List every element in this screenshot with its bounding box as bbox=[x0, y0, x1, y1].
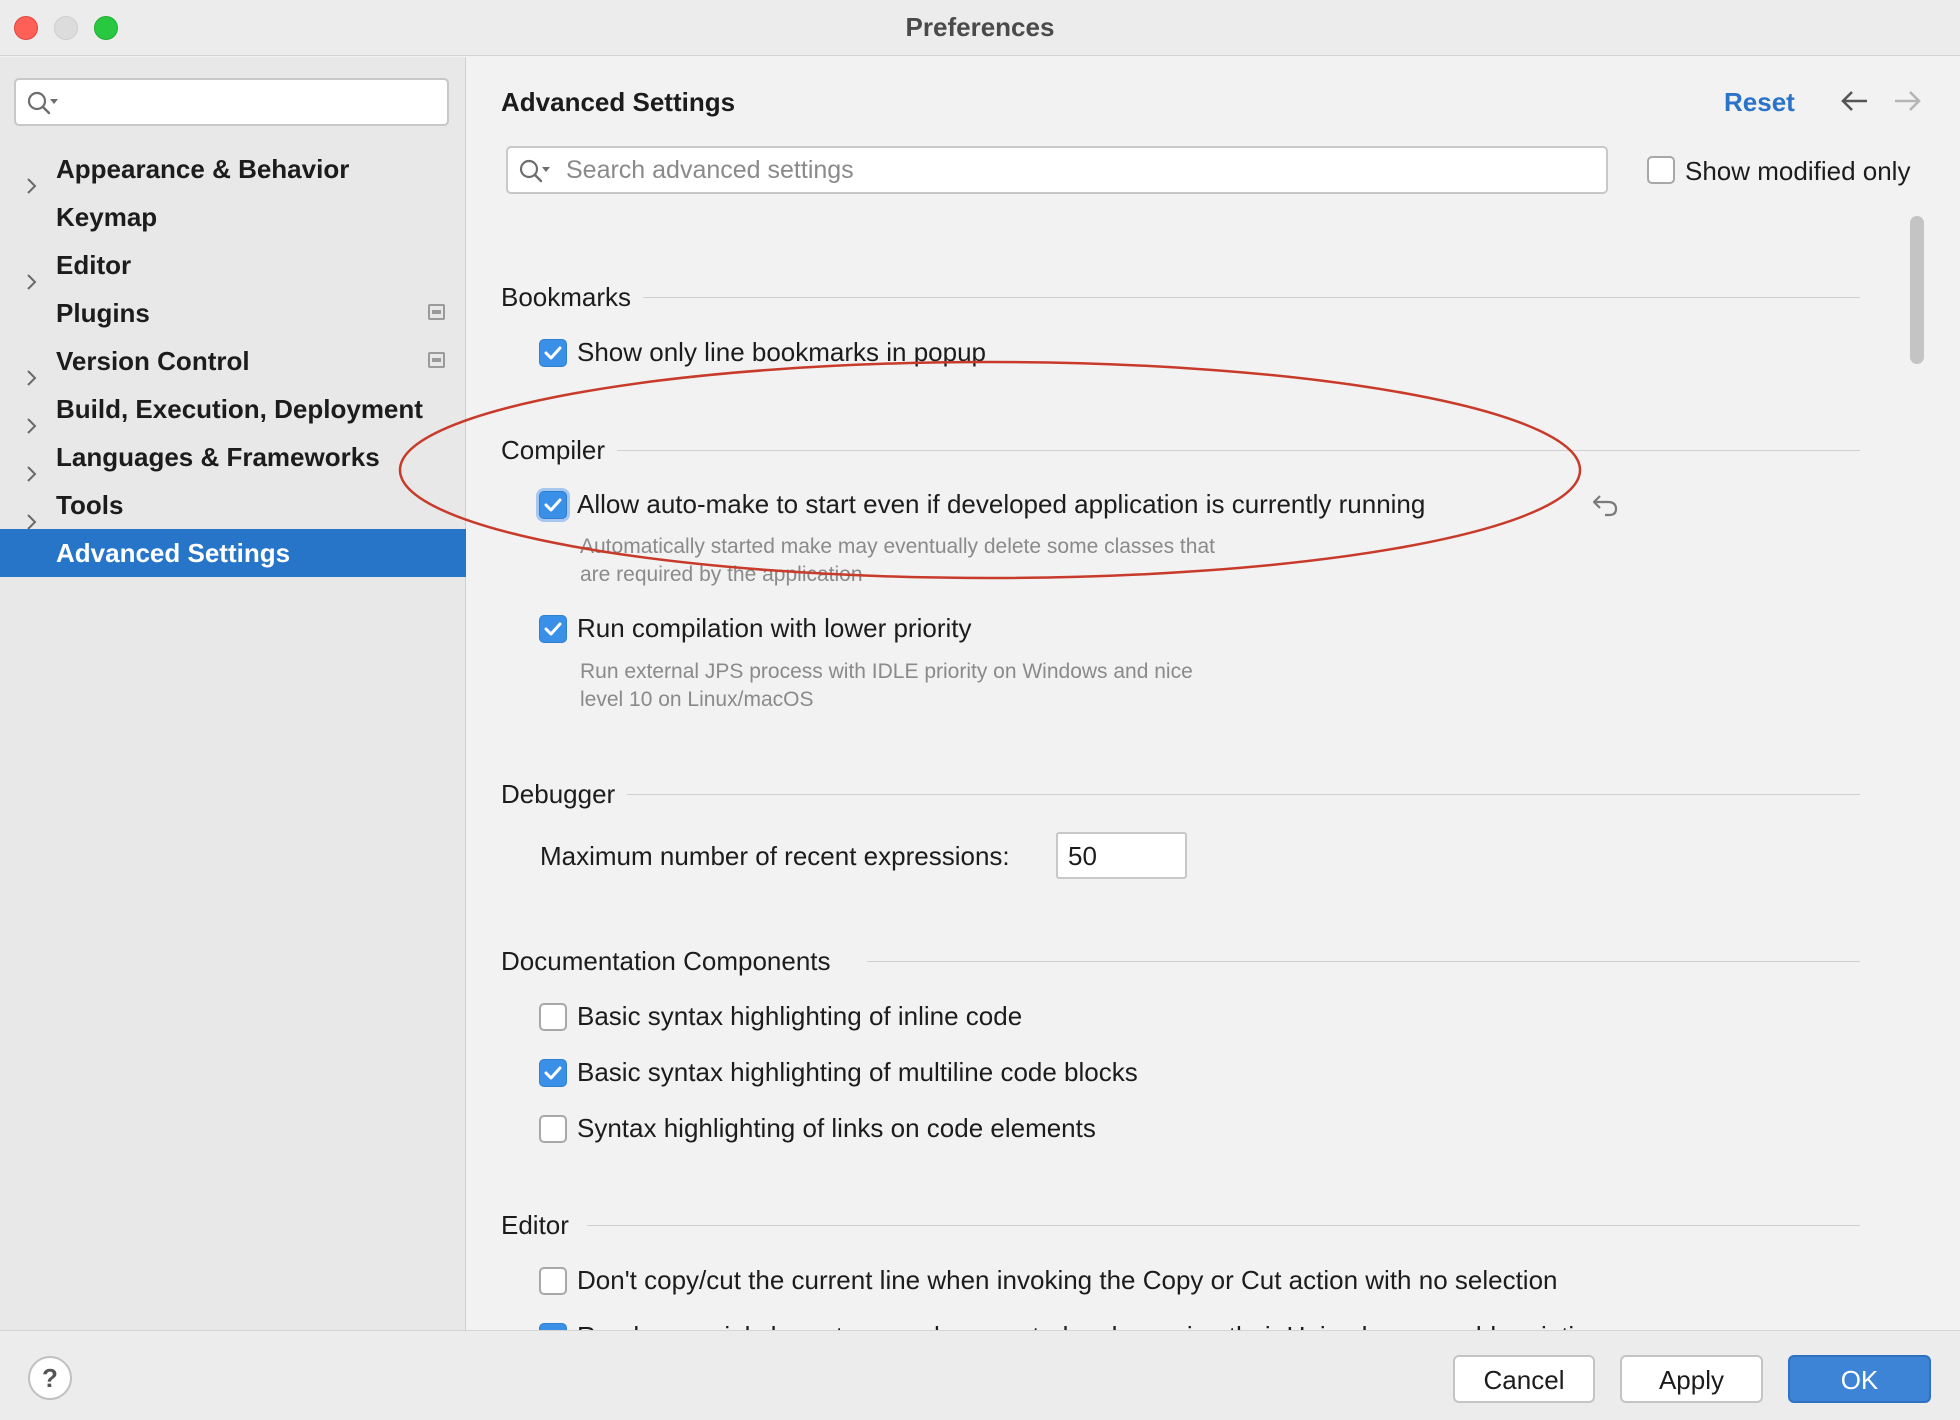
managed-badge-icon bbox=[428, 304, 445, 320]
show-modified-only-checkbox[interactable] bbox=[1647, 156, 1675, 184]
setting-label: Basic syntax highlighting of multiline c… bbox=[577, 1057, 1138, 1087]
chevron-right-icon[interactable] bbox=[24, 401, 40, 434]
group-title-compiler: Compiler bbox=[501, 435, 618, 466]
sidebar-search-field[interactable] bbox=[14, 78, 449, 126]
search-input[interactable] bbox=[566, 154, 1586, 186]
group-divider bbox=[617, 297, 1860, 298]
checkbox-unchecked[interactable] bbox=[539, 1003, 567, 1031]
sidebar-item-editor[interactable]: Editor bbox=[0, 241, 466, 290]
advanced-settings-search[interactable] bbox=[506, 146, 1608, 194]
group-title-documentation: Documentation Components bbox=[501, 946, 843, 977]
apply-button[interactable]: Apply bbox=[1620, 1355, 1763, 1403]
sidebar-item-keymap[interactable]: Keymap bbox=[0, 193, 466, 241]
arrow-right-icon[interactable] bbox=[1891, 87, 1923, 120]
checkbox-unchecked[interactable] bbox=[539, 1115, 567, 1143]
sidebar-item-languages-frameworks[interactable]: Languages & Frameworks bbox=[0, 433, 466, 482]
chevron-right-icon[interactable] bbox=[24, 161, 40, 194]
page-title: Advanced Settings bbox=[501, 87, 736, 117]
group-divider bbox=[617, 794, 1860, 795]
setting-description: Automatically started make may eventuall… bbox=[580, 535, 1215, 558]
setting-description: level 10 on Linux/macOS bbox=[580, 688, 814, 711]
setting-label: Allow auto-make to start even if develop… bbox=[577, 489, 1426, 519]
settings-tree: Appearance & Behavior Keymap Editor Plug… bbox=[0, 145, 466, 577]
reset-link[interactable]: Reset bbox=[1724, 87, 1795, 118]
group-divider bbox=[607, 450, 1860, 451]
sidebar-item-version-control[interactable]: Version Control bbox=[0, 337, 466, 386]
settings-list: Bookmarks Show only line bookmarks in po… bbox=[467, 217, 1907, 1357]
revert-icon[interactable] bbox=[1591, 491, 1621, 524]
setting-label: Show only line bookmarks in popup bbox=[577, 337, 987, 367]
sidebar-item-build-execution-deployment[interactable]: Build, Execution, Deployment bbox=[0, 385, 466, 434]
recent-expressions-label: Maximum number of recent expressions: bbox=[540, 841, 1010, 871]
setting-label: Basic syntax highlighting of inline code bbox=[577, 1001, 1023, 1031]
dialog-footer: ? Cancel Apply OK bbox=[0, 1330, 1960, 1420]
recent-expressions-input[interactable] bbox=[1068, 841, 1176, 871]
checkbox-checked[interactable] bbox=[539, 491, 567, 519]
search-icon[interactable] bbox=[518, 158, 552, 189]
window-title: Preferences bbox=[905, 12, 1055, 42]
sidebar-item-label: Languages & Frameworks bbox=[56, 442, 380, 472]
setting-description: are required by the application bbox=[580, 563, 863, 586]
sidebar-item-label: Version Control bbox=[56, 346, 250, 376]
settings-sidebar: Appearance & Behavior Keymap Editor Plug… bbox=[0, 57, 466, 1330]
sidebar-item-label: Advanced Settings bbox=[56, 538, 291, 568]
group-title-debugger: Debugger bbox=[501, 779, 628, 810]
recent-expressions-field[interactable] bbox=[1056, 832, 1187, 879]
group-title-bookmarks: Bookmarks bbox=[501, 282, 644, 313]
ok-button[interactable]: OK bbox=[1788, 1355, 1931, 1403]
sidebar-item-label: Keymap bbox=[56, 202, 158, 232]
sidebar-item-tools[interactable]: Tools bbox=[0, 481, 466, 530]
checkbox-unchecked[interactable] bbox=[539, 1267, 567, 1295]
chevron-right-icon[interactable] bbox=[24, 257, 40, 290]
search-icon[interactable] bbox=[26, 90, 60, 121]
chevron-right-icon[interactable] bbox=[24, 497, 40, 530]
sidebar-item-label: Build, Execution, Deployment bbox=[56, 394, 423, 424]
chevron-right-icon[interactable] bbox=[24, 449, 40, 482]
checkbox-checked[interactable] bbox=[539, 339, 567, 367]
sidebar-item-label: Plugins bbox=[56, 298, 150, 328]
sidebar-item-label: Appearance & Behavior bbox=[56, 154, 350, 184]
group-divider bbox=[587, 1225, 1860, 1226]
group-title-editor: Editor bbox=[501, 1210, 581, 1241]
sidebar-item-plugins[interactable]: Plugins bbox=[0, 289, 466, 337]
sidebar-item-label: Tools bbox=[56, 490, 124, 520]
sidebar-item-label: Editor bbox=[56, 250, 132, 280]
setting-label: Syntax highlighting of links on code ele… bbox=[577, 1113, 1096, 1143]
preferences-window: Preferences Appearance & Behavior Keymap bbox=[0, 0, 1960, 1420]
chevron-right-icon[interactable] bbox=[24, 353, 40, 386]
sidebar-item-advanced-settings[interactable]: Advanced Settings bbox=[0, 529, 466, 577]
setting-label: Run compilation with lower priority bbox=[577, 613, 972, 643]
setting-description: Run external JPS process with IDLE prior… bbox=[580, 660, 1193, 683]
group-divider bbox=[867, 961, 1860, 962]
show-modified-only-label: Show modified only bbox=[1685, 156, 1911, 186]
sidebar-item-appearance-behavior[interactable]: Appearance & Behavior bbox=[0, 145, 466, 194]
setting-label: Don't copy/cut the current line when inv… bbox=[577, 1265, 1558, 1295]
managed-badge-icon bbox=[428, 352, 445, 368]
arrow-left-icon[interactable] bbox=[1839, 87, 1871, 120]
checkbox-checked[interactable] bbox=[539, 1059, 567, 1087]
title-bar: Preferences bbox=[0, 0, 1960, 56]
checkbox-checked[interactable] bbox=[539, 615, 567, 643]
settings-scrollbar[interactable] bbox=[1910, 216, 1924, 364]
main-panel: Advanced Settings Reset Show modified on… bbox=[467, 57, 1960, 1351]
help-button[interactable]: ? bbox=[28, 1356, 72, 1400]
cancel-button[interactable]: Cancel bbox=[1453, 1355, 1595, 1403]
